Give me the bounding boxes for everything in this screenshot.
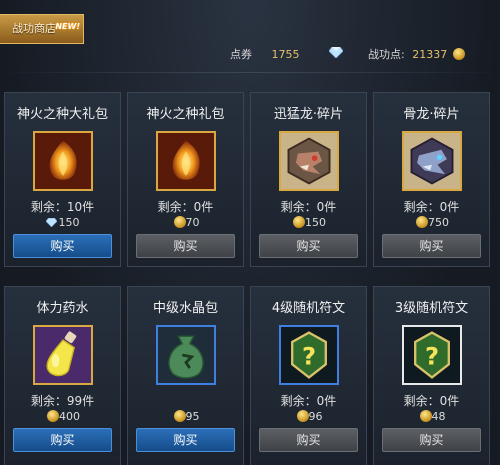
- shop-item-card: 4级随机符文 ? 剩余：0件 96 购买: [250, 286, 367, 465]
- gem-icon: [329, 47, 343, 58]
- shop-item-card: 迅猛龙·碎片 剩余：0件 150 购买: [250, 92, 367, 267]
- item-price: 96: [251, 410, 366, 423]
- shop-item-card: 神火之种礼包 剩余：0件 70 购买: [127, 92, 244, 267]
- points-display: 点券 1755: [230, 46, 300, 62]
- item-stock: 剩余：10件: [30, 200, 95, 214]
- price-value: 95: [185, 410, 200, 423]
- item-price: 400: [5, 410, 120, 423]
- coin-icon: [416, 216, 428, 228]
- coin-icon: [47, 410, 59, 422]
- price-value: 96: [308, 410, 323, 423]
- fire-seed-icon: [156, 131, 216, 191]
- item-title: 3级随机符文: [394, 301, 469, 316]
- buy-button[interactable]: 购买: [259, 428, 358, 452]
- item-title: 体力药水: [36, 301, 89, 316]
- item-price: 48: [374, 410, 489, 423]
- buy-button[interactable]: 购买: [382, 234, 481, 258]
- shop-item-card: 骨龙·碎片 剩余：0件 750 购买: [373, 92, 490, 267]
- price-value: 70: [185, 216, 200, 229]
- coin-icon: [293, 216, 305, 228]
- item-stock: 剩余：0件: [157, 200, 214, 214]
- points-value: 1755: [271, 48, 300, 61]
- price-value: 150: [305, 216, 326, 229]
- random-rune-icon: ?: [402, 325, 462, 385]
- item-price: 70: [128, 216, 243, 229]
- item-stock: 剩余：99件: [30, 394, 95, 408]
- gem-icon: [45, 218, 57, 227]
- raptor-shard-icon: [279, 131, 339, 191]
- item-stock: 剩余：0件: [403, 200, 460, 214]
- merit-display: 战功点: 21337: [368, 46, 465, 62]
- new-badge: NEW!: [55, 22, 80, 31]
- buy-button[interactable]: 购买: [13, 428, 112, 452]
- svg-text:?: ?: [302, 341, 316, 370]
- item-title: 骨龙·碎片: [403, 107, 460, 122]
- item-title: 4级随机符文: [271, 301, 346, 316]
- coin-icon: [173, 410, 186, 422]
- coin-icon: [173, 216, 186, 228]
- item-stock: 剩余：0件: [280, 200, 337, 214]
- item-stock: 剩余：0件: [280, 394, 337, 408]
- item-price: 150: [5, 216, 120, 229]
- stamina-potion-icon: [33, 325, 93, 385]
- item-title: 神火之种大礼包: [16, 107, 108, 122]
- bone-dragon-shard-icon: [402, 131, 462, 191]
- shop-item-card: 3级随机符文 ? 剩余：0件 48 购买: [373, 286, 490, 465]
- tab-label: 战功商店: [12, 22, 56, 35]
- item-price: 150: [251, 216, 366, 229]
- item-price: 750: [374, 216, 489, 229]
- shop-item-card: 中级水晶包 95 购买: [127, 286, 244, 465]
- item-price: 95: [128, 410, 243, 423]
- item-title: 神火之种礼包: [146, 107, 225, 122]
- coin-icon: [452, 48, 465, 60]
- shop-item-card: 体力药水 剩余：99件 400 购买: [4, 286, 121, 465]
- buy-button[interactable]: 购买: [259, 234, 358, 258]
- svg-text:?: ?: [425, 341, 439, 370]
- buy-button[interactable]: 购买: [382, 428, 481, 452]
- merit-value: 21337: [412, 48, 448, 61]
- price-value: 400: [59, 410, 80, 423]
- fire-seed-icon: [33, 131, 93, 191]
- crystal-bag-icon: [156, 325, 216, 385]
- shop-item-card: 神火之种大礼包 剩余：10件 150 购买: [4, 92, 121, 267]
- item-title: 迅猛龙·碎片: [273, 107, 344, 122]
- buy-button[interactable]: 购买: [136, 428, 235, 452]
- merit-label: 战功点:: [368, 48, 405, 61]
- buy-button[interactable]: 购买: [13, 234, 112, 258]
- points-label: 点券: [230, 48, 252, 61]
- item-title: 中级水晶包: [152, 301, 218, 316]
- coin-icon: [419, 410, 432, 422]
- buy-button[interactable]: 购买: [136, 234, 235, 258]
- random-rune-icon: ?: [279, 325, 339, 385]
- price-value: 48: [431, 410, 446, 423]
- divider: [0, 72, 500, 73]
- tab-merit-shop[interactable]: 战功商店 NEW!: [0, 14, 84, 44]
- coin-icon: [296, 410, 309, 422]
- price-value: 150: [58, 216, 80, 229]
- price-value: 750: [428, 216, 449, 229]
- item-stock: 剩余：0件: [403, 394, 460, 408]
